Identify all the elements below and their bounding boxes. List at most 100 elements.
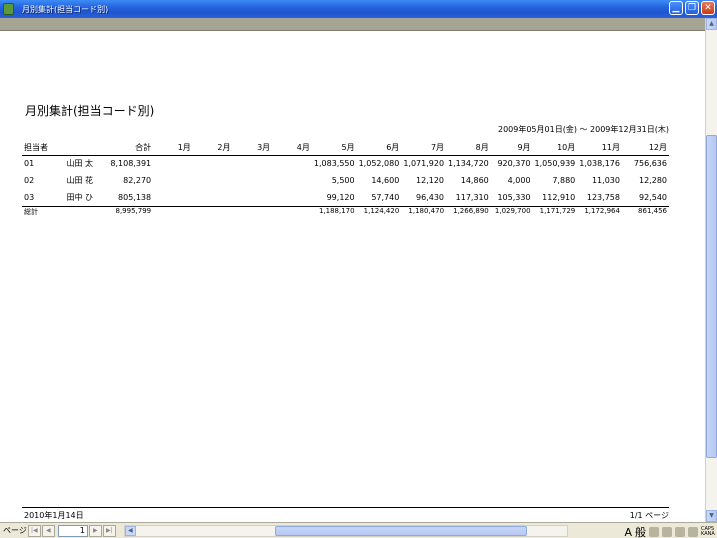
col-header: 2月 xyxy=(192,141,233,156)
scroll-up-button[interactable]: ▲ xyxy=(706,18,717,30)
cell-total: 82,270 xyxy=(123,176,152,185)
minimize-button[interactable]: ▁ xyxy=(669,1,683,15)
report-page: 月別集計(担当コード別) 2009年05月01日(金) ～ 2009年12月31… xyxy=(0,31,705,522)
cell-month: 1,134,720 xyxy=(448,159,489,169)
cell-month xyxy=(233,189,273,206)
scroll-down-button[interactable]: ▼ xyxy=(706,510,717,522)
title-bar: 月別集計(担当コード別) ▁ ❐ ✕ xyxy=(0,0,717,18)
cell-code: 01 xyxy=(24,159,35,169)
cell-empty xyxy=(232,205,273,217)
ime-dictionary-icon[interactable] xyxy=(662,527,672,537)
vertical-scroll-thumb[interactable] xyxy=(706,135,717,458)
cell-month: 4,000 xyxy=(507,176,531,185)
cell-empty xyxy=(153,205,193,217)
ime-help-icon[interactable] xyxy=(688,527,698,537)
ime-pad-icon[interactable] xyxy=(649,527,659,537)
col-header: 3月 xyxy=(232,141,273,156)
cell-month xyxy=(153,155,193,172)
report-title: 月別集計(担当コード別) xyxy=(25,104,155,118)
footer-page-count: 1/1 ページ xyxy=(629,511,669,520)
cell-month xyxy=(153,189,193,206)
vertical-scrollbar[interactable]: ▲ ▼ xyxy=(705,18,717,522)
horizontal-scrollbar[interactable]: ◀ xyxy=(123,524,568,537)
col-header: 6月 xyxy=(356,141,402,156)
cell-month: 1,071,920 xyxy=(403,159,445,169)
col-header: 1月 xyxy=(153,141,193,156)
cell-month: 105,330 xyxy=(497,192,531,202)
ime-caps-kana-indicator: CAPS KANA xyxy=(701,527,715,537)
cell-month: 756,636 xyxy=(633,159,667,169)
table-row: 01 山田 太 8,108,391 1,083,550 1,052,080 1,… xyxy=(22,155,669,172)
grand-total-cell: 1,180,470 xyxy=(401,205,447,217)
col-header: 担当者 xyxy=(22,141,65,156)
next-page-button[interactable]: ▶ xyxy=(88,524,102,537)
cell-month xyxy=(193,155,233,172)
toolbar-strip xyxy=(0,18,705,31)
cell-month: 14,860 xyxy=(460,176,489,185)
cell-month: 12,120 xyxy=(416,176,445,185)
table-row: 02 山田 花 82,270 5,500 14,600 12,120 14,86… xyxy=(22,172,669,189)
cell-month: 92,540 xyxy=(639,192,667,202)
ime-toolbar: A 般 CAPS KANA xyxy=(624,524,715,538)
horizontal-scroll-thumb[interactable] xyxy=(274,525,527,536)
cell-month: 117,310 xyxy=(455,192,489,202)
report-table: 担当者 合計 1月 2月 3月 4月 5月 6月 7月 8月 9月 10月 11… xyxy=(22,141,669,217)
restore-button[interactable]: ❐ xyxy=(685,1,699,15)
cell-month: 123,758 xyxy=(586,192,620,202)
cell-month: 920,370 xyxy=(497,159,531,169)
cell-month: 57,740 xyxy=(371,192,400,202)
footer-print-date: 2010年1月14日 xyxy=(24,511,84,520)
report-date-range: 2009年05月01日(金) ～ 2009年12月31日(木) xyxy=(497,125,669,134)
col-header: 合計 xyxy=(103,141,154,156)
table-header-row: 担当者 合計 1月 2月 3月 4月 5月 6月 7月 8月 9月 10月 11… xyxy=(22,141,669,156)
table-row: 03 田中 ひ 805,138 99,120 57,740 96,430 117… xyxy=(22,189,669,206)
cell-month xyxy=(233,155,273,172)
prev-page-button[interactable]: ◀ xyxy=(41,524,55,537)
cell-month xyxy=(272,155,312,172)
kana-indicator: KANA xyxy=(701,531,715,537)
col-header: 11月 xyxy=(577,141,622,156)
cell-month xyxy=(153,172,193,189)
col-header: 8月 xyxy=(446,141,491,156)
cell-empty xyxy=(272,205,312,217)
col-header xyxy=(64,141,104,156)
cell-month: 12,280 xyxy=(639,176,667,185)
cell-month: 96,430 xyxy=(416,192,445,202)
col-header: 5月 xyxy=(311,141,357,156)
window-title: 月別集計(担当コード別) xyxy=(22,4,109,14)
grand-total-cell: 1,172,964 xyxy=(577,205,622,217)
cell-month: 1,083,550 xyxy=(313,159,355,169)
cell-month: 99,120 xyxy=(326,192,355,202)
grand-total-cell: 1,188,170 xyxy=(311,205,357,217)
cell-code: 03 xyxy=(24,192,35,202)
close-button[interactable]: ✕ xyxy=(701,1,715,15)
cell-name: 山田 太 xyxy=(66,159,94,169)
cell-month: 5,500 xyxy=(331,176,355,185)
grand-total-cell: 1,171,729 xyxy=(532,205,578,217)
cell-name: 田中 ひ xyxy=(66,192,94,202)
last-page-button[interactable]: ▶| xyxy=(102,524,116,537)
app-icon[interactable] xyxy=(3,3,14,15)
footer-divider xyxy=(22,507,669,508)
cell-empty xyxy=(192,205,233,217)
page-label: ページ xyxy=(3,526,27,535)
page-number-input[interactable] xyxy=(57,524,88,537)
cell-month xyxy=(233,172,273,189)
grand-total-cell: 1,029,700 xyxy=(490,205,533,217)
grand-total-cell: 861,456 xyxy=(621,205,669,217)
cell-month: 112,910 xyxy=(542,192,576,202)
cell-name: 山田 花 xyxy=(66,176,94,185)
window-controls: ▁ ❐ ✕ xyxy=(669,1,715,15)
col-header: 12月 xyxy=(621,141,669,156)
ime-conversion-mode[interactable]: 般 xyxy=(635,524,646,538)
first-page-button[interactable]: |◀ xyxy=(27,524,41,537)
cell-month: 1,050,939 xyxy=(534,159,576,169)
ime-tool-icon[interactable] xyxy=(675,527,685,537)
col-header: 7月 xyxy=(401,141,447,156)
cell-total: 8,108,391 xyxy=(110,159,152,169)
ime-input-mode[interactable]: A xyxy=(624,526,632,538)
col-header: 4月 xyxy=(272,141,312,156)
scroll-left-button[interactable]: ◀ xyxy=(124,525,136,536)
grand-total-label: 総計 xyxy=(22,205,65,217)
cell-month xyxy=(193,172,233,189)
